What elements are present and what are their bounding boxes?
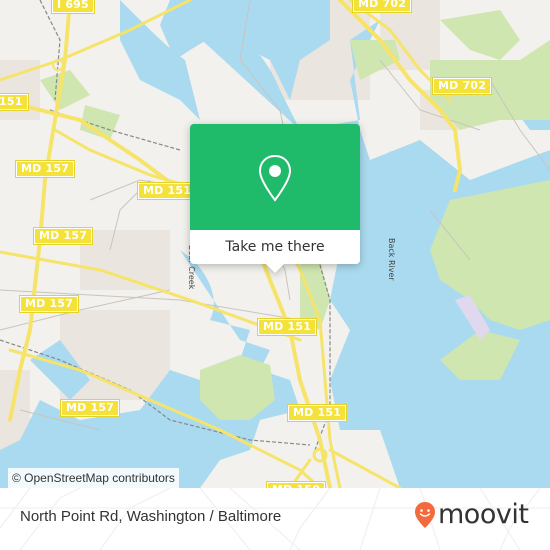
moovit-pin-icon — [415, 502, 435, 528]
location-popup: Take me there — [190, 124, 360, 273]
road-shield: MD 151 — [286, 404, 348, 422]
road-shield: MD 151 — [256, 318, 318, 336]
road-shield: MD 702 — [431, 77, 493, 95]
take-me-there-button[interactable]: Take me there — [190, 230, 360, 264]
road-shield: 151 — [0, 93, 29, 111]
brand-name: moovit — [438, 499, 529, 530]
map-pin-icon — [258, 154, 292, 202]
water-label-back-river: Back River — [387, 238, 396, 281]
road-shield: MD 157 — [18, 295, 80, 313]
road-shield: I 695 — [51, 0, 95, 14]
road-shield: MD 702 — [351, 0, 413, 13]
road-shield: MD 157 — [14, 160, 76, 178]
road-shield: MD 157 — [32, 227, 94, 245]
map-view[interactable]: I 695 MD 702 MD 702 151 MD 157 MD 151 MD… — [0, 0, 550, 488]
map-attribution[interactable]: © OpenStreetMap contributors — [8, 468, 179, 488]
road-shield: MD 151 — [136, 182, 198, 200]
moovit-logo[interactable]: moovit — [414, 499, 529, 530]
road-shield: MD 157 — [59, 399, 121, 417]
popup-pointer — [266, 264, 284, 273]
place-name: North Point Rd, Washington / Baltimore — [20, 508, 282, 525]
footer-bar: North Point Rd, Washington / Baltimore m… — [0, 488, 550, 550]
popup-header — [190, 124, 360, 230]
